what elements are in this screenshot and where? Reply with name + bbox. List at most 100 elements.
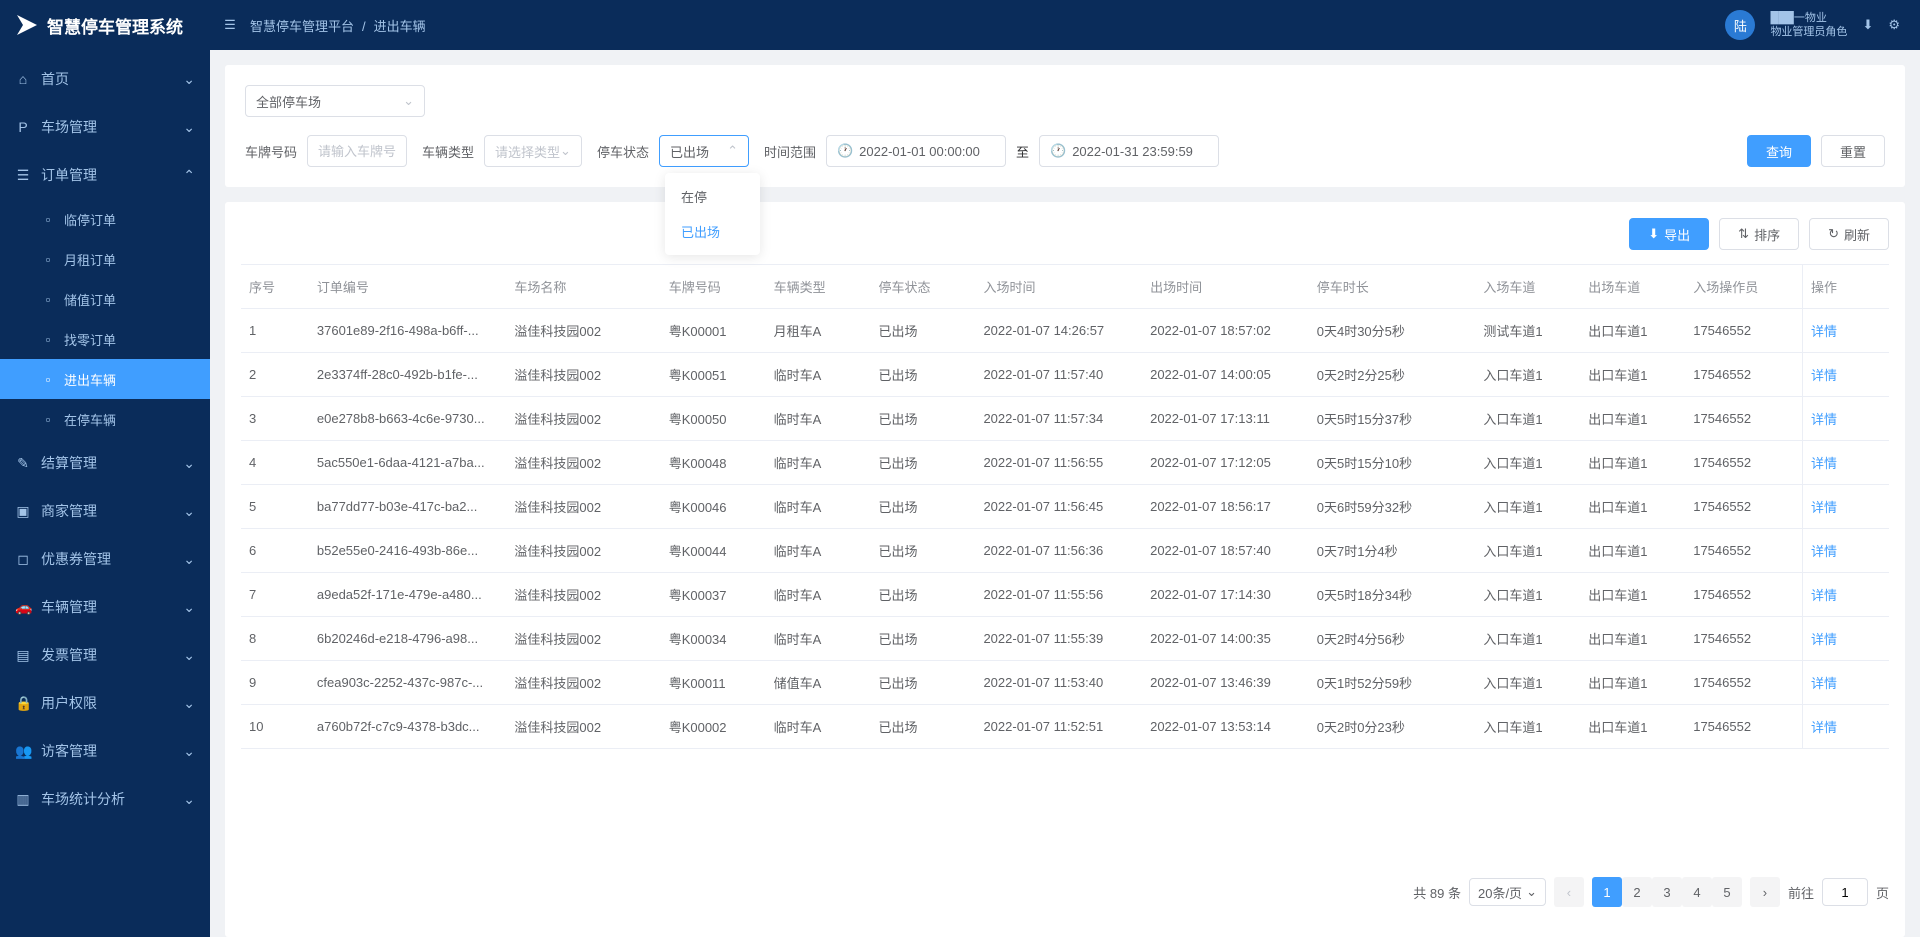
chevron-icon: ⌄	[183, 503, 195, 520]
dropdown-option-exited[interactable]: 已出场	[665, 214, 760, 249]
sidebar-item-4[interactable]: ▣商家管理⌄	[0, 487, 210, 535]
page-button[interactable]: 2	[1622, 877, 1652, 907]
menu-toggle-icon[interactable]: ☰	[210, 17, 250, 33]
sidebar-sub-0[interactable]: ▫临停订单	[0, 199, 210, 239]
dropdown-option-parked[interactable]: 在停	[665, 179, 760, 214]
detail-link[interactable]: 详情	[1811, 500, 1837, 515]
col-header: 停车状态	[871, 265, 976, 309]
table-row: 45ac550e1-6daa-4121-a7ba...溢佳科技园002粤K000…	[241, 441, 1889, 485]
table-row: 9cfea903c-2252-437c-987c-...溢佳科技园002粤K00…	[241, 661, 1889, 705]
next-page-button[interactable]: ›	[1750, 877, 1780, 907]
end-date-input[interactable]: 🕐2022-01-31 23:59:59	[1039, 135, 1219, 167]
detail-link[interactable]: 详情	[1811, 412, 1837, 427]
logo-icon	[15, 13, 39, 37]
sidebar-sub-4[interactable]: ▫进出车辆	[0, 359, 210, 399]
nav-icon: ▣	[15, 503, 31, 520]
detail-link[interactable]: 详情	[1811, 588, 1837, 603]
breadcrumb: 智慧停车管理平台/进出车辆	[250, 16, 426, 35]
col-header: 入场操作员	[1685, 265, 1802, 309]
plate-input[interactable]	[307, 135, 407, 167]
sidebar-sub-1[interactable]: ▫月租订单	[0, 239, 210, 279]
sort-button[interactable]: ⇅排序	[1719, 218, 1799, 250]
refresh-button[interactable]: ↻刷新	[1809, 218, 1889, 250]
nav-icon: ◻	[15, 551, 31, 568]
sidebar-item-5[interactable]: ◻优惠券管理⌄	[0, 535, 210, 583]
nav-icon: ▫	[40, 212, 56, 227]
chevron-icon: ⌄	[183, 791, 195, 808]
sidebar-sub-3[interactable]: ▫找零订单	[0, 319, 210, 359]
nav-icon: 🔒	[15, 695, 31, 712]
sidebar-item-1[interactable]: P车场管理⌄	[0, 103, 210, 151]
sidebar-item-6[interactable]: 🚗车辆管理⌄	[0, 583, 210, 631]
download-icon: ⬇	[1648, 226, 1659, 242]
detail-link[interactable]: 详情	[1811, 324, 1837, 339]
detail-link[interactable]: 详情	[1811, 368, 1837, 383]
table-row: 137601e89-2f16-498a-b6ff-...溢佳科技园002粤K00…	[241, 309, 1889, 353]
chevron-icon: ⌄	[183, 647, 195, 664]
chevron-icon: ⌃	[183, 167, 195, 184]
data-table: 序号订单编号车场名称车牌号码车辆类型停车状态入场时间出场时间停车时长入场车道出场…	[241, 265, 1889, 749]
nav-icon: ▫	[40, 292, 56, 307]
chevron-icon: ⌄	[183, 551, 195, 568]
user-info: ███一物业物业管理员角色	[1770, 11, 1847, 40]
plate-label: 车牌号码	[245, 142, 297, 161]
table-row: 5ba77dd77-b03e-417c-ba2...溢佳科技园002粤K0004…	[241, 485, 1889, 529]
nav-icon: ▫	[40, 372, 56, 387]
sort-icon: ⇅	[1738, 226, 1749, 242]
refresh-icon: ↻	[1828, 226, 1839, 242]
page-size-select[interactable]: 20条/页⌄	[1469, 878, 1546, 906]
detail-link[interactable]: 详情	[1811, 676, 1837, 691]
type-select[interactable]: 请选择类型⌄	[484, 135, 582, 167]
page-button[interactable]: 4	[1682, 877, 1712, 907]
goto-page-input[interactable]	[1822, 878, 1868, 906]
nav-icon: ☰	[15, 167, 31, 184]
sidebar-item-9[interactable]: 👥访客管理⌄	[0, 727, 210, 775]
page-button[interactable]: 5	[1712, 877, 1742, 907]
detail-link[interactable]: 详情	[1811, 544, 1837, 559]
nav-icon: ✎	[15, 455, 31, 472]
col-header: 车牌号码	[661, 265, 766, 309]
sidebar-item-0[interactable]: ⌂首页⌄	[0, 55, 210, 103]
sidebar-item-3[interactable]: ✎结算管理⌄	[0, 439, 210, 487]
prev-page-button[interactable]: ‹	[1554, 877, 1584, 907]
page-button[interactable]: 1	[1592, 877, 1622, 907]
status-select[interactable]: 已出场⌃	[659, 135, 749, 167]
breadcrumb-current: 进出车辆	[374, 19, 426, 34]
col-header: 车辆类型	[766, 265, 871, 309]
reset-button[interactable]: 重置	[1821, 135, 1885, 167]
col-header: 入场时间	[975, 265, 1142, 309]
nav-icon: 🚗	[15, 599, 31, 616]
sidebar-item-8[interactable]: 🔒用户权限⌄	[0, 679, 210, 727]
status-label: 停车状态	[597, 142, 649, 161]
user-avatar[interactable]: 陆	[1725, 10, 1755, 40]
nav-icon: ▥	[15, 791, 31, 808]
sidebar-item-10[interactable]: ▥车场统计分析⌄	[0, 775, 210, 823]
app-title: 智慧停车管理系统	[47, 13, 183, 38]
nav-icon: ⌂	[15, 71, 31, 87]
table-row: 3e0e278b8-b663-4c6e-9730...溢佳科技园002粤K000…	[241, 397, 1889, 441]
detail-link[interactable]: 详情	[1811, 720, 1837, 735]
status-dropdown: 在停 已出场	[665, 173, 760, 255]
detail-link[interactable]: 详情	[1811, 456, 1837, 471]
nav-icon: ▫	[40, 332, 56, 347]
col-header: 车场名称	[506, 265, 660, 309]
type-label: 车辆类型	[422, 142, 474, 161]
settings-icon[interactable]: ⚙	[1888, 17, 1900, 33]
table-row: 6b52e55e0-2416-493b-86e...溢佳科技园002粤K0004…	[241, 529, 1889, 573]
start-date-input[interactable]: 🕐2022-01-01 00:00:00	[826, 135, 1006, 167]
col-header: 序号	[241, 265, 309, 309]
time-range-label: 时间范围	[764, 142, 816, 161]
search-button[interactable]: 查询	[1747, 135, 1811, 167]
detail-link[interactable]: 详情	[1811, 632, 1837, 647]
download-icon[interactable]: ⬇	[1862, 17, 1873, 33]
sidebar-sub-2[interactable]: ▫储值订单	[0, 279, 210, 319]
table-row: 7a9eda52f-171e-479e-a480...溢佳科技园002粤K000…	[241, 573, 1889, 617]
breadcrumb-root[interactable]: 智慧停车管理平台	[250, 19, 354, 34]
parking-lot-select[interactable]: 全部停车场⌄	[245, 85, 425, 117]
export-button[interactable]: ⬇导出	[1629, 218, 1709, 250]
chevron-icon: ⌄	[183, 599, 195, 616]
sidebar-item-7[interactable]: ▤发票管理⌄	[0, 631, 210, 679]
sidebar-sub-5[interactable]: ▫在停车辆	[0, 399, 210, 439]
sidebar-item-2[interactable]: ☰订单管理⌃	[0, 151, 210, 199]
page-button[interactable]: 3	[1652, 877, 1682, 907]
